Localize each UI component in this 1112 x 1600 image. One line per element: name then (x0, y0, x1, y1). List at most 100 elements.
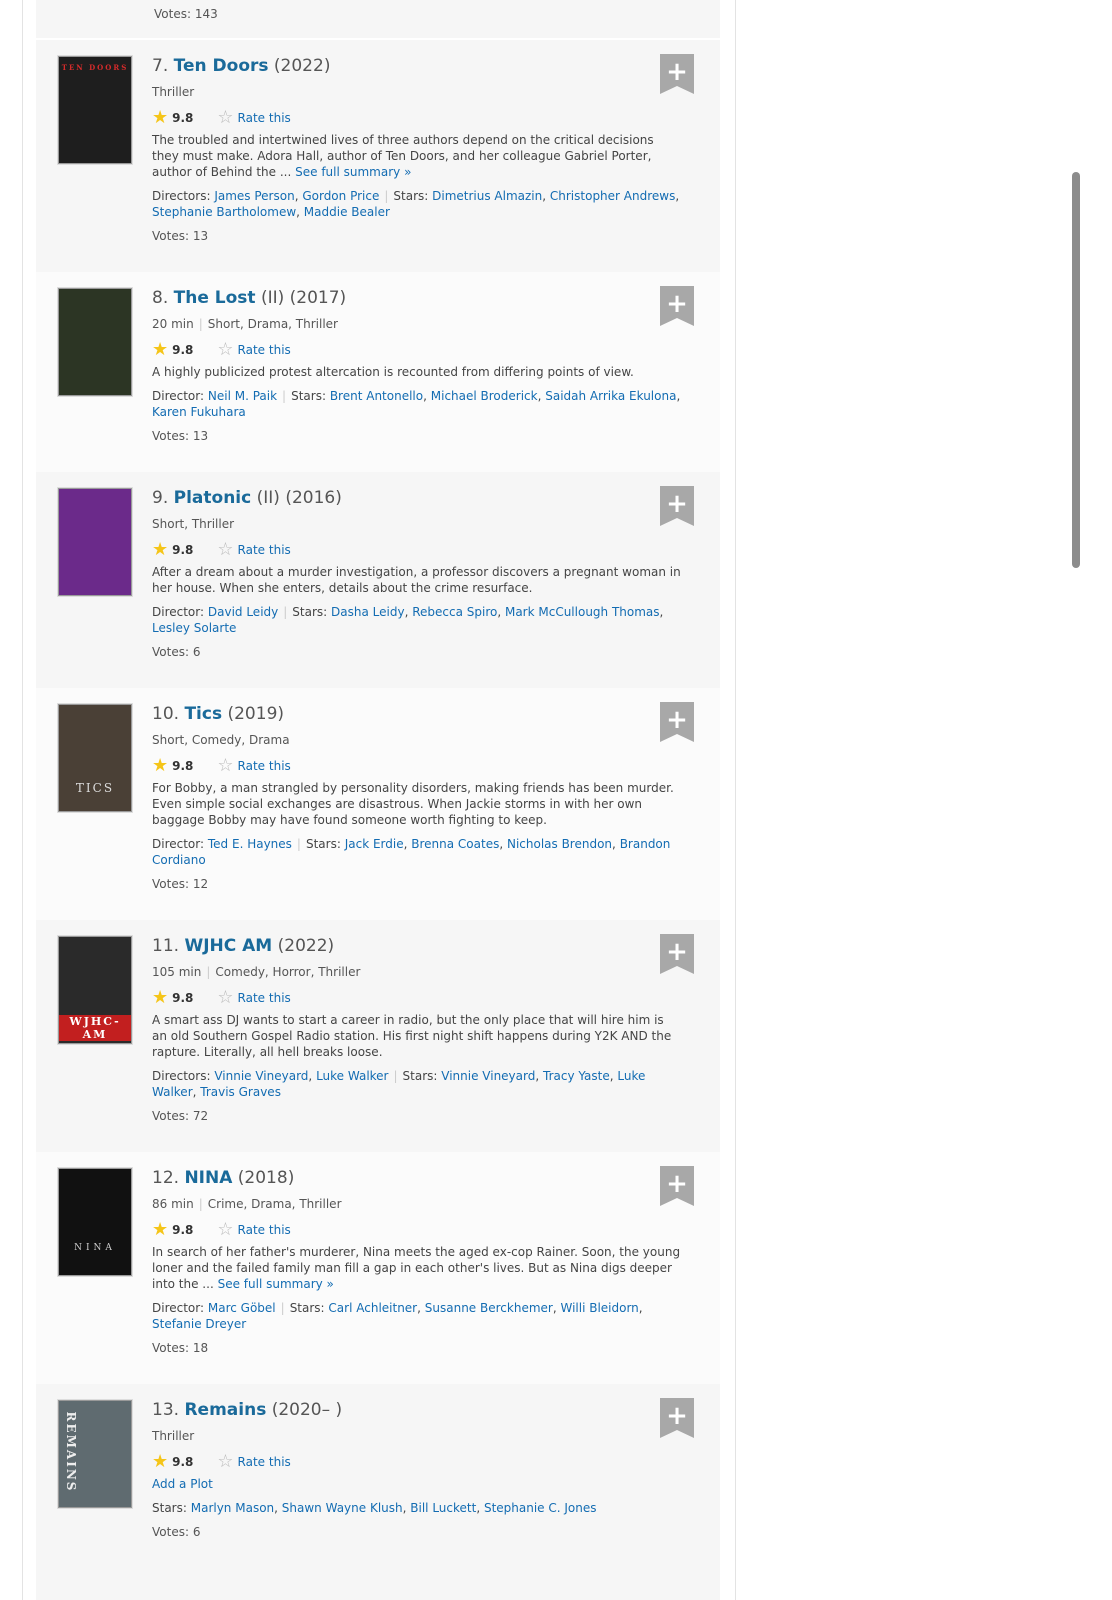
director-link[interactable]: Luke Walker (316, 1069, 388, 1083)
poster-text: NINA (74, 1243, 116, 1253)
votes-count: Votes: 6 (152, 645, 201, 659)
directors-label: Director: (152, 389, 205, 403)
star-link[interactable]: Stefanie Dreyer (152, 1317, 246, 1331)
votes-count: Votes: 13 (152, 429, 209, 443)
item-content: 10. Tics (2019) Short, Comedy, Drama ★ 9.8 ☆… (152, 702, 682, 891)
item-number: 8. (152, 288, 169, 308)
title-link[interactable]: Remains (184, 1400, 266, 1420)
item-header: 11. WJHC AM (2022) (152, 934, 682, 958)
star-link[interactable]: Rebecca Spiro (412, 605, 497, 619)
director-link[interactable]: Gordon Price (302, 189, 379, 203)
star-outline-icon[interactable]: ☆ (217, 989, 233, 1007)
director-link[interactable]: Vinnie Vineyard (214, 1069, 308, 1083)
star-link[interactable]: Stephanie Bartholomew (152, 205, 296, 219)
poster-text: REMAINS (64, 1411, 78, 1493)
star-filled-icon: ★ (152, 987, 169, 1008)
star-link[interactable]: Susanne Berckhemer (425, 1301, 553, 1315)
rate-this-link[interactable]: Rate this (238, 543, 291, 557)
star-outline-icon[interactable]: ☆ (217, 757, 233, 775)
star-link[interactable]: Michael Broderick (431, 389, 538, 403)
star-link[interactable]: Carl Achleitner (328, 1301, 417, 1315)
stars-label: Stars: (402, 1069, 438, 1083)
add-plot-link[interactable]: Add a Plot (152, 1477, 213, 1491)
director-link[interactable]: David Leidy (208, 605, 278, 619)
star-link[interactable]: Jack Erdie (345, 837, 404, 851)
title-link[interactable]: WJHC AM (184, 936, 272, 956)
star-link[interactable]: Willi Bleidorn (560, 1301, 638, 1315)
title-link[interactable]: Platonic (174, 488, 252, 508)
poster-image[interactable]: REMAINS (58, 1400, 132, 1508)
director-link[interactable]: James Person (214, 189, 294, 203)
genres: Short, Thriller (152, 517, 235, 531)
star-outline-icon[interactable]: ☆ (217, 109, 233, 127)
scrollbar-thumb[interactable] (1072, 172, 1080, 568)
directors-label: Director: (152, 837, 205, 851)
star-filled-icon: ★ (152, 339, 169, 360)
release-year: (2016) (285, 488, 342, 508)
star-link[interactable]: Maddie Bealer (304, 205, 390, 219)
separator: | (393, 1069, 398, 1083)
stars-label: Stars: (289, 1301, 325, 1315)
runtime: 20 min (152, 317, 194, 331)
director-link[interactable]: Ted E. Haynes (208, 837, 292, 851)
rate-this-link[interactable]: Rate this (238, 759, 291, 773)
poster-image[interactable]: TEN DOORS (58, 56, 132, 164)
star-link[interactable]: Christopher Andrews (550, 189, 675, 203)
star-link[interactable]: Brent Antonello (330, 389, 423, 403)
poster-image[interactable]: NINA (58, 1168, 132, 1276)
star-link[interactable]: Bill Luckett (410, 1501, 476, 1515)
imdb-rating: 9.8 (172, 1455, 194, 1469)
poster-image[interactable]: TICS (58, 704, 132, 812)
star-link[interactable]: Karen Fukuhara (152, 405, 246, 419)
director-link[interactable]: Marc Göbel (208, 1301, 276, 1315)
star-outline-icon[interactable]: ☆ (217, 1453, 233, 1471)
item-meta: Thriller (152, 84, 682, 100)
rate-this-link[interactable]: Rate this (238, 111, 291, 125)
plot-summary: The troubled and intertwined lives of th… (152, 132, 682, 180)
star-link[interactable]: Mark McCullough Thomas (505, 605, 660, 619)
item-content: 8. The Lost (II) (2017) 20 min | Short, Dra… (152, 286, 682, 443)
star-link[interactable]: Dasha Leidy (331, 605, 405, 619)
poster-image[interactable] (58, 488, 132, 596)
star-link[interactable]: Stephanie C. Jones (484, 1501, 597, 1515)
star-outline-icon[interactable]: ☆ (217, 541, 233, 559)
credits: Directors: James Person, Gordon Price | St… (152, 189, 680, 219)
credits: Director: Neil M. Paik | Stars: Brent Anto… (152, 389, 681, 419)
star-link[interactable]: Shawn Wayne Klush (282, 1501, 403, 1515)
star-link[interactable]: Dimetrius Almazin (432, 189, 542, 203)
title-link[interactable]: The Lost (174, 288, 256, 308)
title-link[interactable]: Ten Doors (174, 56, 269, 76)
see-full-summary-link[interactable]: See full summary » (295, 165, 411, 179)
rate-this-link[interactable]: Rate this (238, 1223, 291, 1237)
release-year: (2017) (289, 288, 347, 308)
star-link[interactable]: Nicholas Brendon (507, 837, 612, 851)
genres: Short, Drama, Thriller (207, 317, 338, 331)
poster-image[interactable]: WJHC-AM (58, 936, 132, 1044)
imdb-rating: 9.8 (172, 991, 194, 1005)
item-number: 13. (152, 1400, 180, 1420)
item-meta: Thriller (152, 1428, 682, 1444)
star-link[interactable]: Brenna Coates (411, 837, 499, 851)
star-link[interactable]: Travis Graves (200, 1085, 281, 1099)
title-link[interactable]: NINA (184, 1168, 232, 1188)
directors-label: Directors: (152, 189, 211, 203)
see-full-summary-link[interactable]: See full summary » (218, 1277, 334, 1291)
separator: | (280, 1301, 285, 1315)
poster-image[interactable] (58, 288, 132, 396)
runtime: 105 min (152, 965, 202, 979)
item-number: 11. (152, 936, 180, 956)
director-link[interactable]: Neil M. Paik (208, 389, 277, 403)
star-link[interactable]: Vinnie Vineyard (441, 1069, 535, 1083)
rate-this-link[interactable]: Rate this (238, 343, 291, 357)
item-content: 7. Ten Doors (2022) Thriller ★ 9.8 ☆ Rate thi… (152, 54, 682, 243)
star-outline-icon[interactable]: ☆ (217, 341, 233, 359)
rate-this-link[interactable]: Rate this (238, 991, 291, 1005)
rate-this-link[interactable]: Rate this (238, 1455, 291, 1469)
star-link[interactable]: Saidah Arrika Ekulona (545, 389, 676, 403)
star-link[interactable]: Lesley Solarte (152, 621, 236, 635)
title-link[interactable]: Tics (184, 704, 222, 724)
star-link[interactable]: Marlyn Mason (191, 1501, 274, 1515)
plot-summary: A smart ass DJ wants to start a career i… (152, 1012, 682, 1060)
star-outline-icon[interactable]: ☆ (217, 1221, 233, 1239)
star-link[interactable]: Tracy Yaste (543, 1069, 610, 1083)
